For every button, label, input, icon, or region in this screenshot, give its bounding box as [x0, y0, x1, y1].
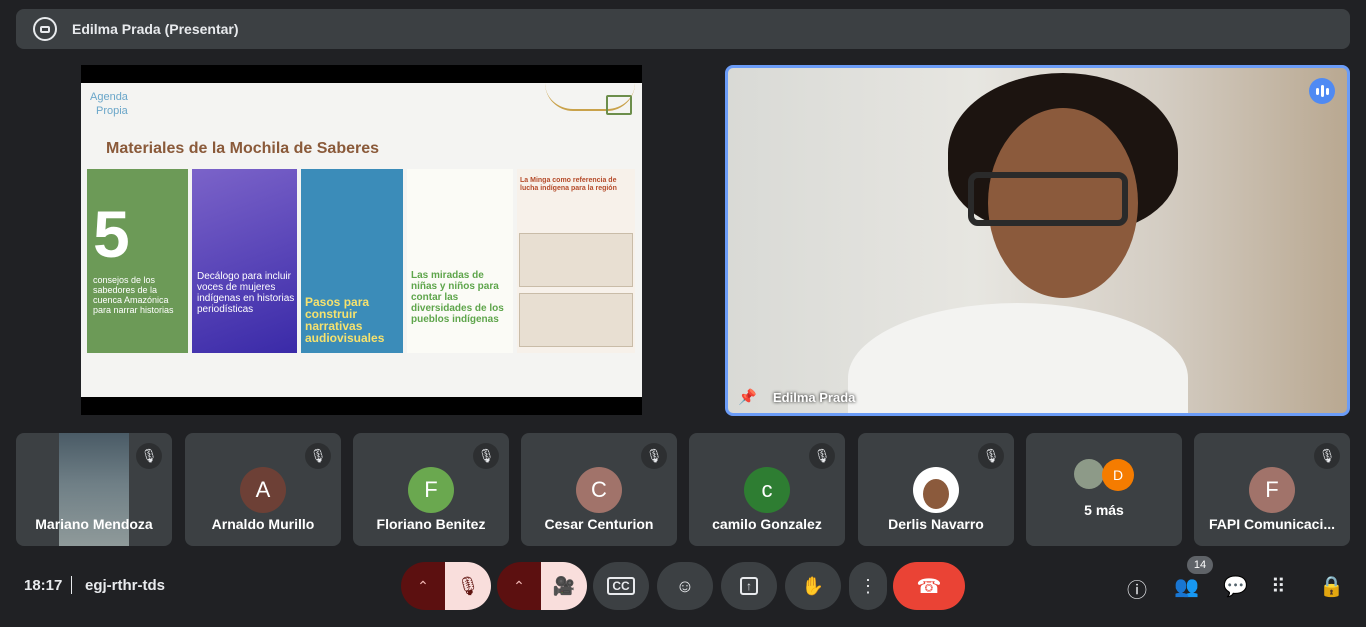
mic-off-icon: 🎙 — [473, 443, 499, 469]
avatar: F — [408, 467, 454, 513]
presenter-title: Edilma Prada (Presentar) — [72, 21, 239, 37]
people-icon[interactable]: 👥 — [1174, 574, 1199, 599]
more-vert-icon: ⋮ — [859, 575, 877, 596]
participant-tile[interactable]: 🎙 C Cesar Centurion — [521, 433, 677, 546]
people-count-badge: 14 — [1187, 556, 1213, 574]
participant-name: Mariano Mendoza — [35, 516, 153, 532]
chevron-up-icon[interactable]: ⌃ — [401, 562, 445, 610]
slide-logo-propia: Propia — [96, 105, 128, 117]
participant-tile[interactable]: 🎙 A Arnaldo Murillo — [185, 433, 341, 546]
emoji-button[interactable]: ☺ — [657, 562, 713, 610]
mic-control: ⌃ 🎙 — [401, 562, 491, 610]
slide-logo-agenda: Agenda — [90, 91, 128, 103]
meeting-code: egj-rthr-tds — [85, 577, 165, 594]
presentation-icon — [33, 17, 57, 41]
slide-card-comic-panel — [519, 293, 633, 347]
emoji-icon: ☺ — [675, 575, 695, 596]
more-participants-label: 5 más — [1084, 502, 1124, 518]
captions-icon: CC — [607, 577, 635, 595]
avatar-photo — [1074, 459, 1104, 489]
slide-card-big-number: 5 — [93, 197, 130, 271]
mic-off-icon: 🎙 — [641, 443, 667, 469]
chevron-up-icon[interactable]: ⌃ — [497, 562, 541, 610]
slide-card-miradas: Las miradas de niñas y niños para contar… — [407, 169, 513, 353]
present-screen-icon: ↑ — [740, 577, 758, 595]
slide-card-minga: La Minga como referencia de lucha indíge… — [517, 169, 635, 353]
slide-content: Agenda Propia Materiales de la Mochila d… — [81, 83, 642, 397]
camera-control: ⌃ 🎥 — [497, 562, 587, 610]
avatar: D — [1102, 459, 1134, 491]
captions-button[interactable]: CC — [593, 562, 649, 610]
more-participants-tile[interactable]: D 5 más — [1026, 433, 1182, 546]
slide-card-consejos: 5 consejos de los sabedores de la cuenca… — [87, 169, 188, 353]
mic-off-icon[interactable]: 🎙 — [445, 562, 491, 610]
participant-name: Cesar Centurion — [544, 516, 654, 532]
mic-off-icon: 🎙 — [1314, 443, 1340, 469]
slide-card-text: La Minga como referencia de lucha indíge… — [520, 177, 617, 192]
mic-off-icon: 🎙 — [978, 443, 1004, 469]
raise-hand-icon: ✋ — [801, 575, 825, 596]
participant-tile[interactable]: 🎙 Mariano Mendoza — [16, 433, 172, 546]
leave-call-button[interactable]: ☎ — [893, 562, 965, 610]
participant-tile[interactable]: 🎙 F Floriano Benitez — [353, 433, 509, 546]
slide-cards: 5 consejos de los sabedores de la cuenca… — [87, 169, 635, 353]
audio-level-icon — [1309, 78, 1335, 104]
activities-icon[interactable]: ⠿ — [1271, 574, 1286, 599]
participant-name: Derlis Navarro — [888, 516, 984, 532]
chat-icon[interactable]: 💬 — [1223, 574, 1248, 599]
avatar: c — [744, 467, 790, 513]
end-call-icon: ☎ — [916, 575, 942, 598]
host-controls-icon[interactable]: 🔒 — [1319, 574, 1344, 599]
avatar: F — [1249, 467, 1295, 513]
divider — [71, 576, 72, 594]
slide-card-text: Las miradas de niñas y niños para contar… — [411, 270, 504, 325]
active-speaker-tile[interactable]: 📌 Edilma Prada — [725, 65, 1350, 416]
slide-card-text: Pasos para construir narrativas audiovis… — [305, 295, 385, 345]
mic-off-icon: 🎙 — [136, 443, 162, 469]
slide-card-text: consejos de los sabedores de la cuenca A… — [93, 275, 174, 315]
slide-title: Materiales de la Mochila de Saberes — [106, 140, 380, 157]
avatar: A — [240, 467, 286, 513]
participant-tile[interactable]: 🎙 F FAPI Comunicaci... — [1194, 433, 1350, 546]
shared-screen[interactable]: Agenda Propia Materiales de la Mochila d… — [81, 65, 642, 415]
speaker-name: Edilma Prada — [773, 390, 856, 405]
camera-off-icon[interactable]: 🎥 — [541, 562, 587, 610]
participant-name: Arnaldo Murillo — [211, 516, 315, 532]
speaker-video-shirt — [848, 303, 1188, 413]
slide-card-decalogo: Decálogo para incluir voces de mujeres i… — [192, 169, 297, 353]
avatar: C — [576, 467, 622, 513]
present-button[interactable]: ↑ — [721, 562, 777, 610]
participant-name: FAPI Comunicaci... — [1208, 516, 1336, 532]
participant-name: Floriano Benitez — [376, 516, 486, 532]
pin-icon[interactable]: 📌 — [738, 388, 757, 406]
slide-card-text: Decálogo para incluir voces de mujeres i… — [197, 271, 295, 315]
presenting-bar: Edilma Prada (Presentar) — [16, 9, 1350, 49]
mic-off-icon: 🎙 — [809, 443, 835, 469]
mic-off-icon: 🎙 — [305, 443, 331, 469]
raise-hand-button[interactable]: ✋ — [785, 562, 841, 610]
meeting-time: 18:17 — [24, 577, 63, 594]
avatar-photo — [913, 467, 959, 513]
speaker-video-glasses — [968, 172, 1128, 226]
participant-tile[interactable]: 🎙 c camilo Gonzalez — [689, 433, 845, 546]
more-options-button[interactable]: ⋮ — [849, 562, 887, 610]
info-icon[interactable]: ⓘ — [1127, 574, 1147, 603]
slide-card-comic-panel — [519, 233, 633, 287]
slide-card-pasos: Pasos para construir narrativas audiovis… — [301, 169, 403, 353]
control-bar: 18:17 egj-rthr-tds ⌃ 🎙 ⌃ 🎥 CC ☺ ↑ ✋ ⋮ ☎ … — [0, 556, 1366, 616]
participant-tile[interactable]: 🎙 Derlis Navarro — [858, 433, 1014, 546]
slide-decoration-weave — [606, 95, 632, 115]
participant-name: camilo Gonzalez — [712, 516, 822, 532]
